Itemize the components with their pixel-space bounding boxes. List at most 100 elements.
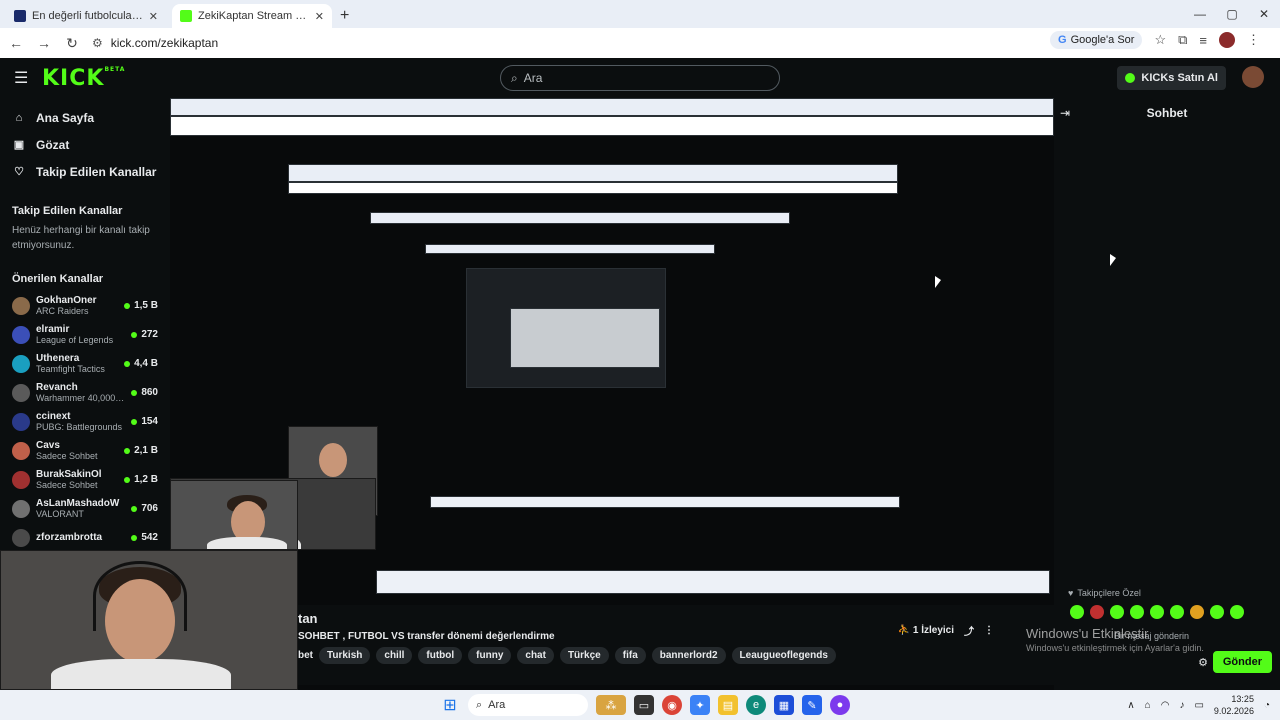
recommended-channel[interactable]: Uthenera Teamfight Tactics 4,4 B bbox=[0, 349, 170, 378]
reading-list-icon[interactable]: ≡ bbox=[1199, 33, 1207, 48]
taskbar-search[interactable]: ⌕ Ara bbox=[468, 694, 588, 716]
app-icon[interactable]: ✎ bbox=[802, 695, 822, 715]
maximize-icon[interactable]: ▢ bbox=[1216, 0, 1248, 28]
new-tab-button[interactable]: + bbox=[340, 4, 349, 28]
recommended-channel[interactable]: BurakSakinOl Sadece Sohbet 1,2 B bbox=[0, 465, 170, 494]
tag-chip[interactable]: chill bbox=[376, 647, 413, 664]
google-icon: G bbox=[1058, 34, 1067, 46]
viewer-count-text: 154 bbox=[141, 416, 158, 427]
home-icon: ⌂ bbox=[15, 111, 23, 124]
site-info-icon[interactable]: ⚙ bbox=[92, 36, 103, 50]
recommended-channel[interactable]: GokhanOner ARC Raiders 1,5 B bbox=[0, 291, 170, 320]
emote-icon[interactable] bbox=[1130, 605, 1144, 619]
recommended-channel[interactable]: AsLanMashadoW VALORANT 706 bbox=[0, 494, 170, 523]
emote-icon[interactable] bbox=[1110, 605, 1124, 619]
user-avatar[interactable] bbox=[1242, 66, 1264, 88]
send-button[interactable]: Gönder bbox=[1212, 651, 1272, 673]
emote-icon[interactable] bbox=[1090, 605, 1104, 619]
nested-taskbar-2 bbox=[376, 570, 1050, 594]
buy-kicks-button[interactable]: KICKs Satın Al bbox=[1117, 66, 1226, 90]
emote-icon[interactable] bbox=[1070, 605, 1084, 619]
extensions-icon[interactable]: ⧉ bbox=[1178, 32, 1187, 48]
following-empty-note: Henüz herhangi bir kanalı takip etmiyors… bbox=[12, 225, 150, 251]
live-dot-icon bbox=[131, 331, 138, 338]
network-icon[interactable]: ⌂ bbox=[1145, 700, 1151, 711]
mouse-cursor-icon bbox=[1110, 254, 1116, 266]
minimize-icon[interactable]: — bbox=[1184, 0, 1216, 28]
emote-bar bbox=[1070, 605, 1244, 619]
edge-icon[interactable]: e bbox=[746, 695, 766, 715]
logo-text: KICK bbox=[42, 65, 105, 91]
store-icon[interactable]: ▦ bbox=[774, 695, 794, 715]
wifi-icon[interactable]: ◠ bbox=[1161, 700, 1170, 711]
hamburger-menu-icon[interactable]: ☰ bbox=[14, 68, 30, 88]
emote-icon[interactable] bbox=[1230, 605, 1244, 619]
browser-tab-transfer[interactable]: En değerli futbolcular | Transfer ✕ bbox=[6, 4, 166, 28]
collapse-chat-icon[interactable]: ⇥ bbox=[1060, 106, 1070, 120]
kick-logo[interactable]: KICKBETA bbox=[42, 66, 125, 91]
channel-name: GokhanOner bbox=[36, 295, 97, 306]
windows-start-icon[interactable]: ⊞ bbox=[440, 695, 460, 715]
tag-chip[interactable]: chat bbox=[517, 647, 554, 664]
viewer-count-text: 1 İzleyici bbox=[912, 625, 954, 636]
recommended-channel[interactable]: ccinext PUBG: Battlegrounds 154 bbox=[0, 407, 170, 436]
close-window-icon[interactable]: ✕ bbox=[1248, 0, 1280, 28]
address-bar[interactable]: ⚙ kick.com/zekikaptan bbox=[92, 36, 218, 50]
live-dot-icon bbox=[124, 360, 131, 367]
system-tray: ∧ ⌂ ◠ ♪ ▭ 13:25 9.02.2026 ◔ bbox=[1127, 693, 1270, 717]
browser-tab-kick[interactable]: ZekiKaptan Stream - Watch Live ✕ bbox=[172, 4, 332, 28]
share-icon[interactable]: ⤴ bbox=[964, 623, 974, 638]
viewer-count-text: 860 bbox=[141, 387, 158, 398]
recommended-channel[interactable]: Cavs Sadece Sohbet 2,1 B bbox=[0, 436, 170, 465]
sidebar-item-following[interactable]: ♡ Takip Edilen Kanallar bbox=[0, 158, 170, 185]
channel-name: BurakSakinOl bbox=[36, 469, 102, 480]
channel-category: Warhammer 40,000: ... bbox=[36, 393, 126, 403]
recommended-channel[interactable]: elramir League of Legends 272 bbox=[0, 320, 170, 349]
notifications-icon[interactable]: ◔ bbox=[1264, 700, 1270, 711]
task-view-icon[interactable]: ▭ bbox=[634, 695, 654, 715]
category-label[interactable]: bet bbox=[298, 647, 313, 664]
emote-icon[interactable] bbox=[1150, 605, 1164, 619]
browser-tab-strip: En değerli futbolcular | Transfer ✕ Zeki… bbox=[0, 0, 1280, 28]
menu-icon[interactable]: ⋮ bbox=[1247, 32, 1260, 48]
forward-icon[interactable]: → bbox=[32, 31, 56, 55]
profile-avatar[interactable] bbox=[1219, 32, 1235, 48]
emote-icon[interactable] bbox=[1190, 605, 1204, 619]
recommended-channel[interactable]: zforzambrotta 542 bbox=[0, 523, 170, 552]
sidebar-item-home[interactable]: ⌂ Ana Sayfa bbox=[0, 104, 170, 131]
tag-chip[interactable]: funny bbox=[468, 647, 512, 664]
emote-icon[interactable] bbox=[1170, 605, 1184, 619]
close-tab-icon[interactable]: ✕ bbox=[149, 10, 158, 23]
more-icon[interactable]: ⋮ bbox=[984, 625, 994, 636]
date-text: 9.02.2026 bbox=[1213, 706, 1254, 716]
clock[interactable]: 13:25 9.02.2026 bbox=[1214, 693, 1254, 717]
tag-chip[interactable]: bannerlord2 bbox=[651, 647, 726, 664]
channel-name[interactable]: tan bbox=[298, 611, 318, 626]
sidebar-item-browse[interactable]: ▣ Gözat bbox=[0, 131, 170, 158]
nested-browser-tabs-4 bbox=[425, 244, 715, 254]
battery-icon[interactable]: ▭ bbox=[1194, 700, 1203, 711]
tag-chip[interactable]: fifa bbox=[614, 647, 646, 664]
reload-icon[interactable]: ↻ bbox=[60, 31, 84, 55]
file-explorer-icon[interactable]: ▤ bbox=[718, 695, 738, 715]
back-icon[interactable]: ← bbox=[4, 31, 28, 55]
search-input[interactable]: ⌕ Ara bbox=[500, 65, 780, 91]
tag-chip[interactable]: Turkish bbox=[319, 647, 371, 664]
stream-player[interactable] bbox=[170, 98, 1054, 690]
chevron-up-icon[interactable]: ∧ bbox=[1127, 700, 1134, 711]
emote-icon[interactable] bbox=[1210, 605, 1224, 619]
kick-header: ☰ KICKBETA ⌕ Ara KICKs Satın Al bbox=[0, 58, 1280, 98]
bookmark-star-icon[interactable]: ☆ bbox=[1154, 32, 1166, 48]
tag-chip[interactable]: Türkçe bbox=[559, 647, 609, 664]
recording-app-icon[interactable]: ● bbox=[830, 695, 850, 715]
close-tab-icon[interactable]: ✕ bbox=[315, 10, 324, 23]
google-ask-button[interactable]: G Google'a Sor bbox=[1050, 31, 1143, 49]
tag-chip[interactable]: Leaugueoflegends bbox=[731, 647, 836, 664]
recommended-channel[interactable]: Revanch Warhammer 40,000: ... 860 bbox=[0, 378, 170, 407]
nested-taskbar bbox=[430, 496, 900, 508]
tag-chip[interactable]: futbol bbox=[418, 647, 463, 664]
chat-settings-icon[interactable]: ⚙ bbox=[1198, 656, 1208, 669]
chrome-icon[interactable]: ◉ bbox=[662, 695, 682, 715]
copilot-icon[interactable]: ✦ bbox=[690, 695, 710, 715]
volume-icon[interactable]: ♪ bbox=[1179, 700, 1184, 711]
